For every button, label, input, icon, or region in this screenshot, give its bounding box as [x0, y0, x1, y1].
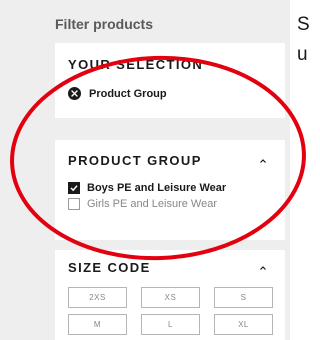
your-selection-heading: YOUR SELECTION [68, 57, 204, 72]
product-group-option-girls[interactable]: Girls PE and Leisure Wear [68, 198, 217, 210]
selected-filter-chip[interactable]: Product Group [68, 87, 167, 100]
size-grid: 2XS XS S M L XL [68, 287, 273, 335]
size-code-heading[interactable]: SIZE CODE [68, 260, 151, 275]
option-label: Boys PE and Leisure Wear [87, 182, 227, 194]
cropped-body-text: u [297, 44, 308, 65]
filter-title: Filter products [55, 16, 154, 32]
size-code-card: SIZE CODE 2XS XS S M L XL [55, 250, 285, 340]
size-button-l[interactable]: L [141, 314, 200, 335]
close-circle-icon[interactable] [68, 87, 81, 100]
checkbox-unchecked[interactable] [68, 198, 80, 210]
check-icon [70, 185, 78, 192]
filter-panel: Filter products YOUR SELECTION Product G… [0, 0, 290, 340]
selected-filter-label: Product Group [89, 87, 167, 100]
product-group-option-boys[interactable]: Boys PE and Leisure Wear [68, 182, 226, 194]
checkbox-checked[interactable] [68, 182, 80, 194]
your-selection-card: YOUR SELECTION Product Group [55, 43, 285, 118]
size-button-xs[interactable]: XS [141, 287, 200, 308]
size-button-s[interactable]: S [214, 287, 273, 308]
chevron-up-icon[interactable] [259, 157, 267, 165]
size-button-2xs[interactable]: 2XS [68, 287, 127, 308]
option-label: Girls PE and Leisure Wear [87, 198, 218, 210]
chevron-up-icon[interactable] [259, 264, 267, 272]
product-group-heading[interactable]: PRODUCT GROUP [68, 153, 202, 168]
size-button-m[interactable]: M [68, 314, 127, 335]
cropped-heading-text: S [297, 14, 310, 35]
size-button-xl[interactable]: XL [214, 314, 273, 335]
product-group-card: PRODUCT GROUP Boys PE and Leisure Wear G… [55, 140, 285, 240]
